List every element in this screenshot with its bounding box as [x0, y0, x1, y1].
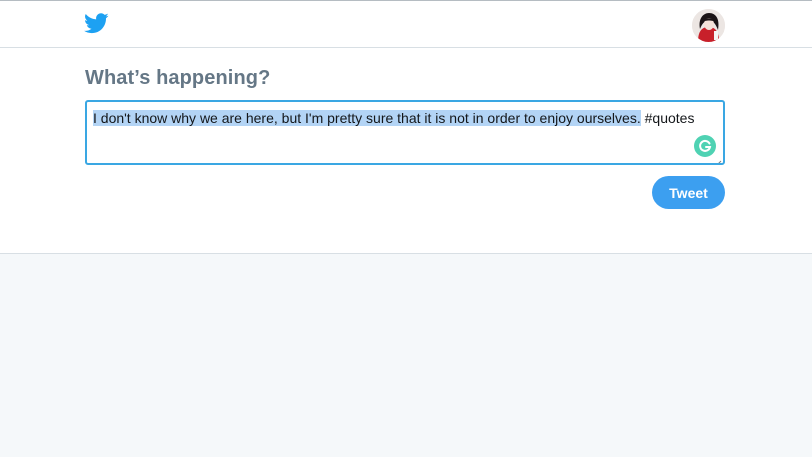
resize-handle-icon[interactable]	[714, 154, 722, 163]
unselected-text: #quotes	[640, 110, 695, 126]
tweet-button[interactable]: Tweet	[652, 176, 725, 209]
tweet-text-input[interactable]: I don't know why we are here, but I'm pr…	[85, 100, 725, 165]
top-navigation-bar	[0, 0, 812, 48]
selected-text: I don't know why we are here, but I'm pr…	[93, 110, 641, 126]
composer-heading: What’s happening?	[85, 67, 271, 89]
tweet-composer: What’s happening? I don't know why we ar…	[0, 48, 812, 254]
twitter-logo-icon[interactable]	[84, 13, 109, 34]
user-avatar[interactable]	[692, 9, 725, 42]
grammarly-icon[interactable]	[694, 135, 716, 157]
